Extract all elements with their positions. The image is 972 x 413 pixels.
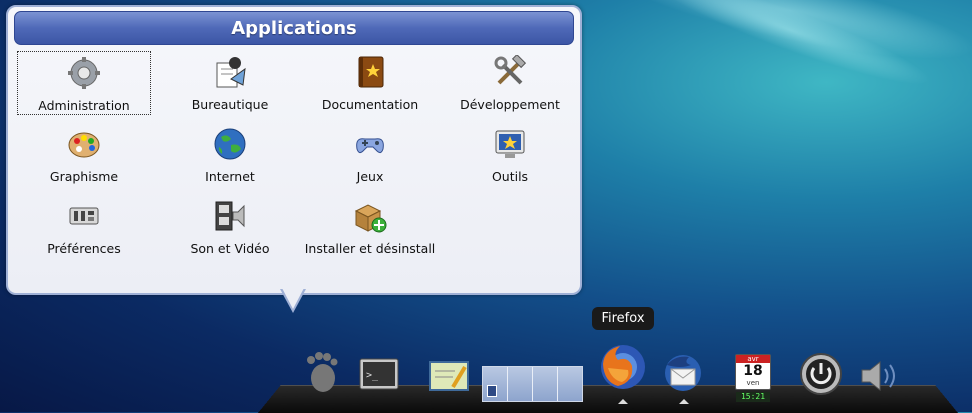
applications-popup: Applications Administration Bureautique … [6,5,582,295]
dock-calendar-clock[interactable]: avr 18 ven 15:21 [734,354,772,402]
svg-text:>_: >_ [366,370,379,381]
dock-text-editor-button[interactable] [427,356,471,400]
category-administration[interactable]: Administration [17,51,151,115]
book-icon [351,53,389,91]
workspace-pager[interactable] [482,366,583,402]
monitor-star-icon [491,125,529,163]
category-label: Développement [460,97,560,112]
category-preferences[interactable]: Préférences [17,195,151,259]
dock-volume-button[interactable] [858,358,904,398]
category-bureautique[interactable]: Bureautique [163,51,297,115]
category-outils[interactable]: Outils [443,123,577,187]
running-indicator [618,399,628,404]
category-label: Documentation [321,97,419,112]
gnome-foot-icon [301,350,341,398]
tools-icon [491,53,529,91]
thunderbird-icon [661,351,705,399]
gear-icon [65,54,103,92]
workspace-3[interactable] [533,367,558,401]
category-label: Outils [491,169,529,184]
window-thumbnail [487,385,497,397]
gamepad-icon [351,125,389,163]
palette-icon [65,125,103,163]
calendar-month: avr [736,355,770,363]
category-label: Graphisme [49,169,119,184]
firefox-tooltip: Firefox [592,307,654,330]
category-jeux[interactable]: Jeux [303,123,437,187]
preferences-icon [65,197,103,235]
speaker-icon [858,358,904,398]
office-icon [211,53,249,91]
category-internet[interactable]: Internet [163,123,297,187]
terminal-icon: >_ [359,358,399,398]
popup-pointer [282,288,304,309]
workspace-2[interactable] [508,367,533,401]
category-label: Administration [38,98,130,113]
category-label: Préférences [47,241,121,256]
category-son-et-video[interactable]: Son et Vidéo [163,195,297,259]
package-add-icon [351,197,389,235]
globe-icon [211,125,249,163]
dock-firefox-button[interactable] [597,343,649,395]
media-icon [211,197,249,235]
dock-power-button[interactable] [798,353,844,399]
category-developpement[interactable]: Développement [443,51,577,115]
popup-title: Applications [14,11,574,45]
category-installer[interactable]: Installer et désinstall [303,195,437,259]
category-label: Internet [205,169,255,184]
dock-terminal-button[interactable]: >_ [357,356,401,400]
dock-gnome-foot-button[interactable] [298,350,344,398]
dock-thunderbird-button[interactable] [660,352,706,398]
category-label: Bureautique [191,97,269,112]
text-editor-icon [429,359,469,397]
workspace-4[interactable] [558,367,582,401]
calendar-icon: avr 18 ven [735,354,771,390]
calendar-day: 18 [743,363,763,379]
category-label: Installer et désinstall [304,241,436,256]
category-label: Son et Vidéo [190,241,270,256]
calendar-weekday: ven [746,379,760,387]
running-indicator [679,399,689,404]
power-icon [799,352,843,400]
category-documentation[interactable]: Documentation [303,51,437,115]
clock-display: 15:21 [736,392,770,402]
category-label: Jeux [356,169,384,184]
category-graphisme[interactable]: Graphisme [17,123,151,187]
workspace-1[interactable] [483,367,508,401]
firefox-icon [598,342,648,396]
